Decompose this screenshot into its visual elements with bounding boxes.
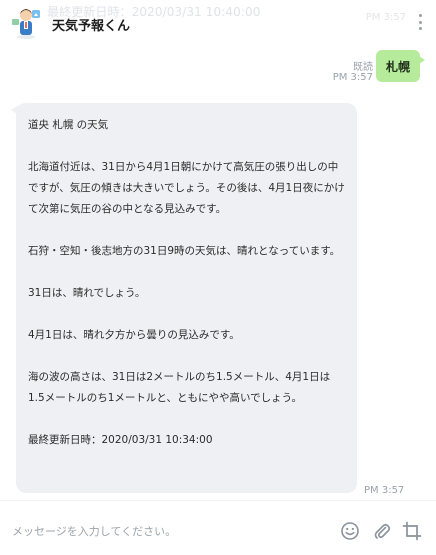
message-input[interactable] <box>12 519 312 543</box>
chat-header: 最終更新日時：2020/03/31 10:40:00 PM 3:57 天気予報く… <box>0 0 436 48</box>
weather-today: 31日は、晴れでしょう。 <box>28 287 146 299</box>
bot-name: 天気予報くん <box>52 19 131 34</box>
bot-message-bubble[interactable]: 道央 札幌 の天気 北海道付近は、31日から4月1日朝にかけて高気圧の張り出しの… <box>11 103 357 493</box>
bot-message-time: PM 3:57 <box>364 485 405 496</box>
chat-window: 最終更新日時：2020/03/31 10:40:00 PM 3:57 天気予報く… <box>0 0 436 555</box>
user-message-time: PM 3:57 <box>332 72 373 83</box>
emoji-icon[interactable] <box>340 521 360 541</box>
weather-tomorrow: 4月1日は、晴れ夕方から曇りの見込みです。 <box>28 329 240 341</box>
user-message-bubble[interactable]: 札幌 <box>376 50 425 82</box>
crop-icon[interactable] <box>402 521 422 541</box>
weather-current: 石狩・空知・後志地方の31日9時の天気は、晴れとなっています。 <box>28 245 341 257</box>
message-input-bar <box>0 500 436 555</box>
read-receipt: 既読 <box>353 62 373 73</box>
attachment-icon[interactable] <box>372 521 392 541</box>
wave-height: 海の波の高さは、31日は2メートルのち1.5メートル、4月1日は1.5メートルの… <box>28 371 331 404</box>
weather-overview: 北海道付近は、31日から4月1日朝にかけて高気圧の張り出しの中ですが、気圧の傾き… <box>28 161 345 215</box>
ghost-time: PM 3:57 <box>365 12 406 23</box>
weather-title: 道央 札幌 の天気 <box>28 119 109 131</box>
last-updated: 最終更新日時：2020/03/31 10:34:00 <box>28 434 213 446</box>
vertical-ellipsis-icon[interactable] <box>414 12 426 32</box>
bot-avatar[interactable] <box>10 4 42 40</box>
